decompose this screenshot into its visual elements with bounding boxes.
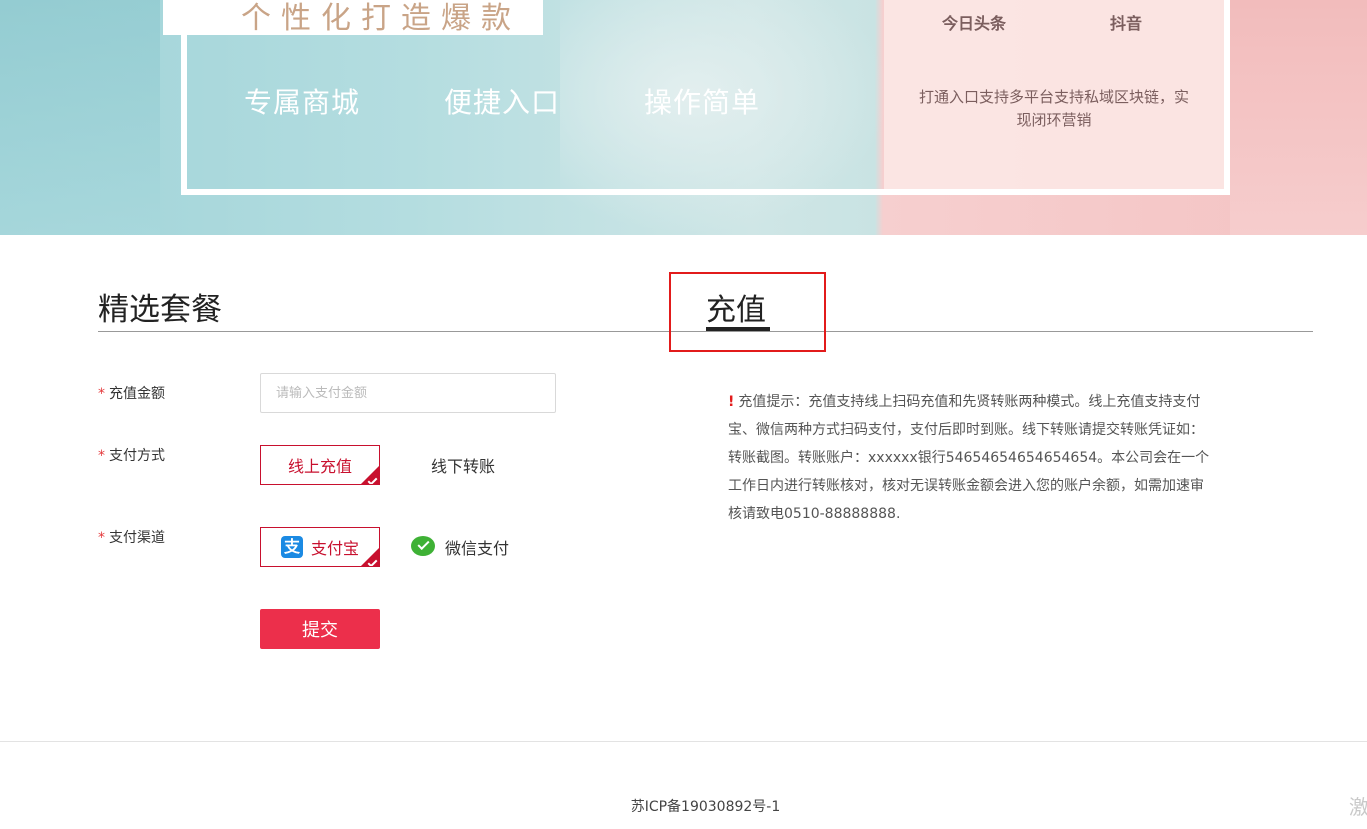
icp-license[interactable]: 苏ICP备19030892号-1 xyxy=(0,796,1367,816)
method-online-button[interactable]: 线上充值 xyxy=(260,445,380,485)
channel-label-text: 支付渠道 xyxy=(109,530,165,546)
channel-alipay-button[interactable]: 支 支付宝 xyxy=(260,527,380,567)
amount-input[interactable] xyxy=(260,373,556,413)
required-mark: * xyxy=(98,448,105,464)
section-title: 精选套餐 xyxy=(98,292,222,328)
submit-button[interactable]: 提交 xyxy=(260,609,380,649)
channel-alipay-label: 支付宝 xyxy=(310,539,359,558)
feature-quick-entry: 便捷入口 xyxy=(444,86,561,119)
amount-label-text: 充值金额 xyxy=(109,386,165,402)
corner-watermark: 激 xyxy=(1349,795,1367,819)
highlight-box xyxy=(669,272,826,352)
method-label: * 支付方式 xyxy=(98,445,165,465)
warning-icon: ! xyxy=(728,394,735,410)
platform-toutiao: 今日头条 xyxy=(942,14,1007,33)
alipay-icon: 支 xyxy=(280,536,303,558)
channel-wechat-button[interactable]: 微信支付 xyxy=(409,527,524,567)
platform-douyin: 抖音 xyxy=(1110,14,1143,33)
banner-decor-right xyxy=(1230,0,1367,235)
recharge-tip: ! 充值提示：充值支持线上扫码充值和先贤转账两种模式。线上充值支持支付宝、微信两种… xyxy=(728,388,1213,528)
method-offline-label: 线下转账 xyxy=(430,457,495,476)
feature-easy-operation: 操作简单 xyxy=(644,86,761,119)
recharge-tip-text: 充值提示：充值支持线上扫码充值和先贤转账两种模式。线上充值支持支付宝、微信两种方… xyxy=(728,394,1210,522)
platform-description: 打通入口支持多平台支持私域区块链，实现闭环营销 xyxy=(918,88,1189,129)
wechat-icon xyxy=(411,536,437,558)
footer-divider xyxy=(0,741,1367,742)
hero-banner: 个性化打造爆款 专属商城 便捷入口 操作简单 今日头条 抖音 打通入口支持多平台… xyxy=(0,0,1367,235)
channel-label: * 支付渠道 xyxy=(98,527,165,547)
banner-decor-left xyxy=(0,0,160,235)
required-mark: * xyxy=(98,386,105,402)
required-mark: * xyxy=(98,530,105,546)
method-offline-button[interactable]: 线下转账 xyxy=(413,445,513,485)
channel-wechat-label: 微信支付 xyxy=(445,539,510,558)
amount-label: * 充值金额 xyxy=(98,383,165,403)
feature-exclusive-mall: 专属商城 xyxy=(244,86,361,119)
banner-tagline: 个性化打造爆款 xyxy=(241,1,521,36)
method-online-label: 线上充值 xyxy=(287,457,352,476)
method-label-text: 支付方式 xyxy=(109,448,165,464)
